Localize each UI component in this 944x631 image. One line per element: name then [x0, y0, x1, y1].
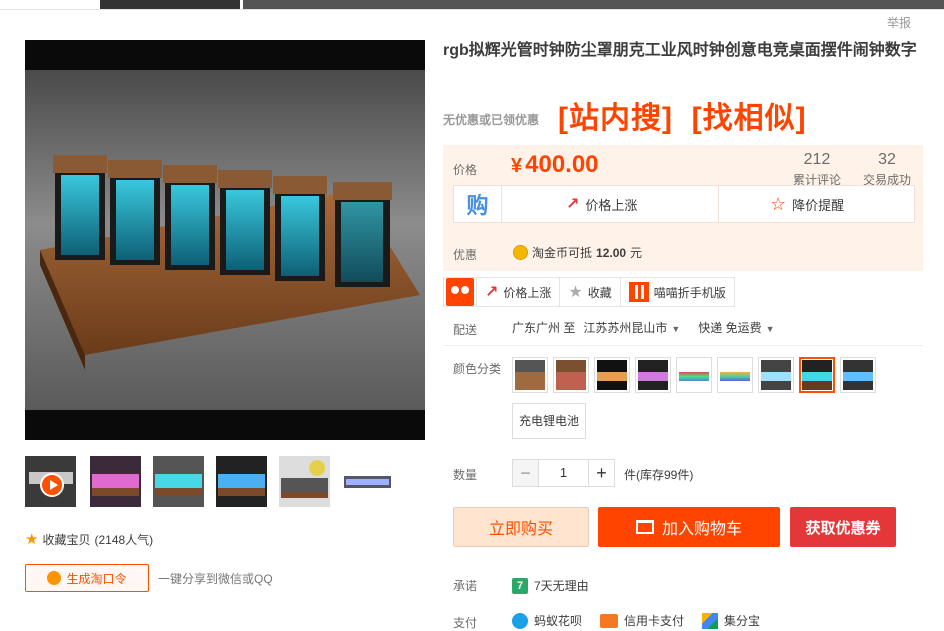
divider: [718, 186, 719, 222]
generate-code-button[interactable]: 生成淘口令: [25, 564, 149, 592]
play-icon[interactable]: [40, 473, 64, 497]
promise-info: 7 7天无理由: [512, 577, 589, 594]
coin-icon: [513, 245, 528, 260]
color-option-2[interactable]: [553, 357, 589, 393]
action-bar: ↗ 价格上涨 ★ 收藏 喵喵折手机版: [443, 277, 735, 307]
price-up-tool[interactable]: ↗ 价格上涨: [566, 186, 637, 222]
qr-code-icon: [628, 282, 649, 302]
thumbnail-video[interactable]: [25, 456, 76, 507]
color-option-1[interactable]: [512, 357, 548, 393]
thumbnail-5[interactable]: [279, 456, 330, 507]
cart-icon: [635, 520, 654, 534]
huabei-method[interactable]: 蚂蚁花呗: [512, 612, 582, 629]
credit-card-icon: [600, 613, 619, 628]
get-coupon-button[interactable]: 获取优惠券: [790, 507, 896, 547]
color-option-5[interactable]: [676, 357, 712, 393]
owl-logo[interactable]: [443, 277, 477, 307]
price-alert-tool[interactable]: ☆ 降价提醒: [770, 186, 844, 222]
chat-icon: [47, 571, 62, 585]
quantity-input[interactable]: 1: [539, 459, 588, 487]
main-product-image[interactable]: [25, 40, 425, 440]
color-option-3[interactable]: [594, 357, 630, 393]
shipping-label: 配送: [453, 323, 478, 337]
chevron-down-icon: ▼: [765, 324, 775, 334]
star-outline-icon: ☆: [770, 193, 787, 214]
quantity-stepper: − 1 +: [512, 459, 615, 487]
report-link[interactable]: 举报: [887, 14, 911, 31]
product-title: rgb拟辉光管时钟防尘罩朋克工业风时钟创意电竞桌面摆件闹钟数字: [443, 42, 917, 59]
payment-label: 支付: [453, 616, 478, 630]
search-links: [站内搜] [找相似]: [558, 93, 807, 137]
price-up-action[interactable]: ↗ 价格上涨: [476, 277, 561, 307]
huabei-icon: [512, 612, 528, 629]
buy-now-button[interactable]: 立即购买: [453, 507, 589, 547]
sales-stat: 32 交易成功: [863, 151, 912, 187]
trend-up-icon: ↗: [566, 196, 580, 213]
top-tab-gray[interactable]: [243, 0, 944, 9]
top-tab-dark[interactable]: [100, 0, 240, 9]
share-text: 一键分享到微信或QQ: [158, 572, 273, 586]
destination-select[interactable]: 江苏苏州昆山市 ▼: [583, 319, 680, 336]
color-option-7[interactable]: [758, 357, 794, 393]
color-option-9[interactable]: [840, 357, 876, 393]
favorite-item[interactable]: ★ 收藏宝贝 (2148人气): [25, 530, 153, 548]
reviews-stat[interactable]: 212 累计评论: [793, 151, 841, 188]
divider: [443, 345, 923, 346]
thumbnail-2[interactable]: [90, 456, 141, 507]
price-label: 价格: [453, 163, 478, 177]
no-discount-note: 无优惠或已领优惠: [443, 113, 540, 127]
star-icon: ★: [25, 531, 39, 548]
favorite-label: 收藏宝贝: [42, 532, 91, 547]
jifenbao-method[interactable]: 集分宝: [702, 612, 760, 629]
promo-info: 淘金币可抵 12.00 元: [513, 244, 642, 261]
color-label: 颜色分类: [453, 362, 502, 376]
jifenbao-icon: [702, 612, 719, 629]
thumbnail-6[interactable]: [342, 456, 393, 507]
color-option-4[interactable]: [635, 357, 671, 393]
generate-code-label: 生成淘口令: [66, 571, 127, 586]
search-inside-link[interactable]: [站内搜]: [558, 102, 673, 135]
arrow-up-icon: ↗: [485, 284, 499, 301]
find-similar-link[interactable]: [找相似]: [692, 102, 807, 135]
thumbnail-strip: [25, 456, 425, 508]
thumbnail-4[interactable]: [216, 456, 267, 507]
star-icon: ★: [568, 284, 583, 301]
add-to-cart-button[interactable]: 加入购物车: [598, 507, 780, 547]
chevron-down-icon: ▼: [671, 324, 681, 334]
popularity-count: (2148人气): [94, 532, 154, 547]
promise-label: 承诺: [453, 579, 478, 593]
increment-button[interactable]: +: [588, 459, 615, 487]
credit-card-method[interactable]: 信用卡支付: [600, 612, 684, 629]
option-rechargeable-battery[interactable]: 充电锂电池: [512, 403, 587, 439]
gou-icon[interactable]: 购: [454, 186, 502, 222]
price-value: ¥400.00: [511, 151, 599, 178]
owl-icon: [446, 278, 474, 306]
price-panel: 价格 ¥400.00 212 累计评论 32 交易成功 购 ↗ 价格上涨 ☆ 降…: [443, 145, 923, 271]
color-option-8-selected[interactable]: [799, 357, 835, 393]
shipping-method-select[interactable]: 快递 免运费 ▼: [698, 319, 774, 336]
thumbnail-3[interactable]: [153, 456, 204, 507]
favorite-action[interactable]: ★ 收藏: [559, 277, 621, 307]
mobile-version-action[interactable]: 喵喵折手机版: [619, 277, 735, 307]
payment-methods: 蚂蚁花呗 信用卡支付 集分宝: [512, 612, 760, 629]
price-tools-bar: 购 ↗ 价格上涨 ☆ 降价提醒: [453, 185, 915, 223]
shipping-info: 广东广州 至 江苏苏州昆山市 ▼ 快递 免运费 ▼: [512, 319, 775, 336]
decrement-button[interactable]: −: [512, 459, 539, 487]
quantity-label: 数量: [453, 468, 478, 482]
promo-label: 优惠: [453, 248, 478, 262]
seven-days-icon: 7: [512, 577, 528, 594]
color-option-6[interactable]: [717, 357, 753, 393]
top-nav-bar: [0, 0, 944, 9]
stock-info: 件(库存99件): [624, 468, 694, 482]
